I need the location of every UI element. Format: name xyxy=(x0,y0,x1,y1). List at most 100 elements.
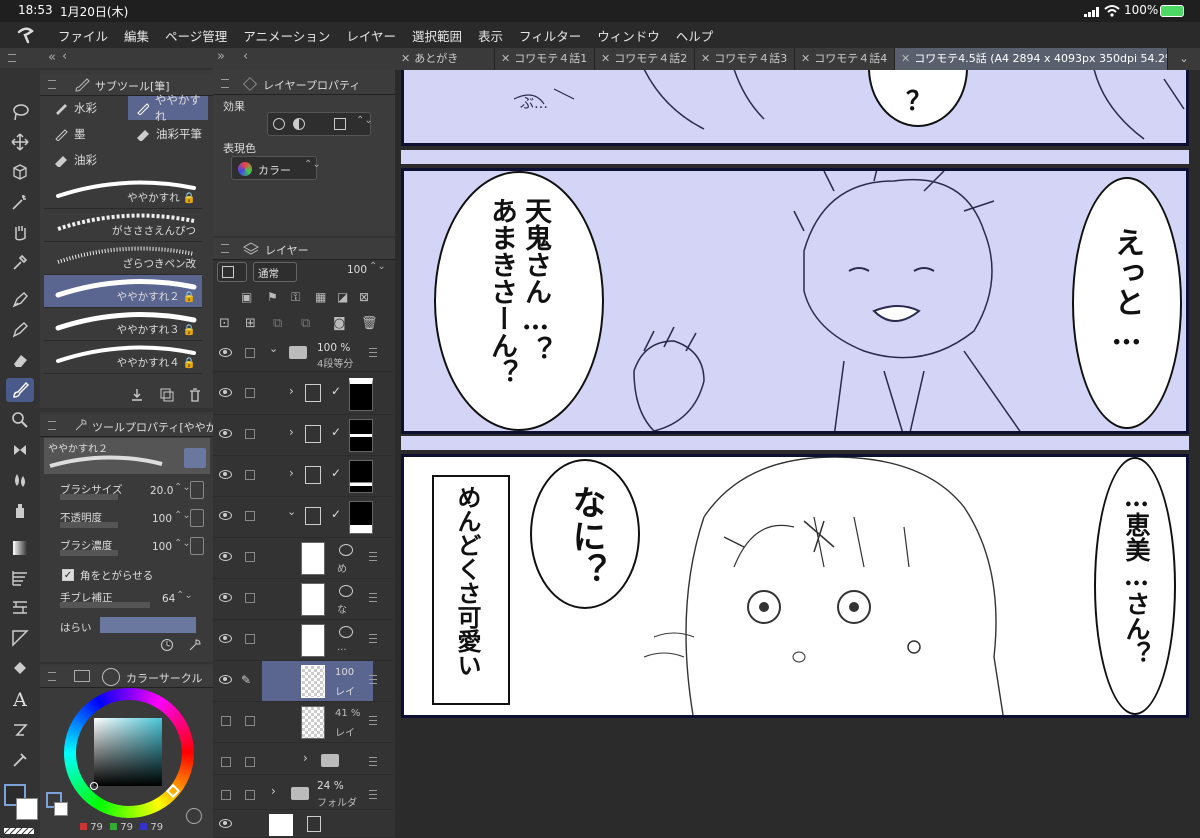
slider-track[interactable] xyxy=(60,602,150,608)
palette-tab-icon[interactable] xyxy=(74,670,90,682)
toolprop-menu-icon[interactable] xyxy=(48,421,56,430)
tab-kowamote-2[interactable]: ✕ コワモテ４話2 xyxy=(595,48,695,70)
new-folder-icon[interactable]: ⊞ xyxy=(245,316,256,331)
saturation-square[interactable] xyxy=(94,718,162,786)
object-icon[interactable] xyxy=(6,160,34,184)
menu-filter[interactable]: フィルター xyxy=(519,26,581,45)
effect-buttons[interactable]: ⌃⌄ xyxy=(267,112,373,136)
chevron-right-icon[interactable]: › xyxy=(289,466,294,480)
color-wheel-tab-icon[interactable] xyxy=(102,668,120,686)
color-picker-handle[interactable] xyxy=(90,782,98,790)
eye-icon[interactable] xyxy=(219,675,232,684)
tab-kowamote-3[interactable]: ✕ コワモテ４話3 xyxy=(695,48,795,70)
mask-icon[interactable]: ◪ xyxy=(337,290,348,304)
collapse-left-icon[interactable]: « xyxy=(48,50,56,65)
chevron-down-icon[interactable]: ⌄ xyxy=(269,342,278,355)
import-icon[interactable] xyxy=(130,388,144,405)
magic-wand-icon[interactable] xyxy=(6,190,34,214)
layer-text[interactable]: な xyxy=(213,579,393,620)
collapse-right-icon[interactable]: ‹ xyxy=(62,49,67,64)
layer-type-select[interactable] xyxy=(217,262,247,282)
blend-icon[interactable] xyxy=(6,468,34,492)
panel-icon[interactable] xyxy=(6,596,34,620)
subtool-watercolor[interactable]: 水彩 xyxy=(46,96,126,120)
chevron-right-icon[interactable]: › xyxy=(303,751,308,765)
harai-buttons[interactable] xyxy=(100,617,196,633)
clip-icon[interactable]: ▣ xyxy=(241,290,252,304)
chevron-right-icon[interactable]: › xyxy=(289,384,294,398)
layer-check[interactable] xyxy=(245,470,255,480)
layer-text[interactable]: め xyxy=(213,538,393,579)
layer-frame[interactable]: › ✓ xyxy=(213,374,393,415)
menu-animation[interactable]: アニメーション xyxy=(243,26,330,45)
stabilize-row[interactable]: 手ブレ補正 64 ⌃⌄ xyxy=(44,588,206,614)
correct-line-icon[interactable] xyxy=(6,748,34,772)
layer-menu-icon[interactable] xyxy=(369,790,377,799)
stepper-icon[interactable]: ⌃⌄ xyxy=(304,159,321,170)
eye-icon[interactable] xyxy=(219,470,232,479)
lock-icon[interactable] xyxy=(184,448,206,468)
pressure-icon[interactable] xyxy=(190,509,204,527)
ref-layer-icon[interactable]: ⚑ xyxy=(267,290,278,304)
eye-icon[interactable] xyxy=(219,552,232,561)
layer-check[interactable] xyxy=(245,511,255,521)
chevron-down-icon[interactable]: ⌄ xyxy=(287,505,296,518)
canvas-area[interactable]: ？ ぶ… 天鬼さん…？ あまきさーん？ えっと… めんどくさ可愛い なに？ …恵… xyxy=(395,70,1200,838)
chevron-right-icon[interactable]: › xyxy=(271,784,276,798)
layer-menu-icon[interactable] xyxy=(369,675,377,684)
layer-paper[interactable] xyxy=(213,811,393,838)
menu-page[interactable]: ページ管理 xyxy=(165,26,227,45)
airbrush-icon[interactable] xyxy=(6,498,34,522)
layer-check[interactable] xyxy=(245,757,255,767)
eye-icon[interactable] xyxy=(219,388,232,397)
eye-icon[interactable] xyxy=(219,593,232,602)
brush-preset[interactable]: ややかすれ４ 🔒 xyxy=(44,341,202,374)
layer-check[interactable] xyxy=(245,716,255,726)
brush-density-row[interactable]: ブラシ濃度 100 ⌃⌄ xyxy=(44,536,206,562)
menu-file[interactable]: ファイル xyxy=(58,26,108,45)
lasso-icon[interactable] xyxy=(6,100,34,124)
layer-menu-icon[interactable] xyxy=(369,716,377,725)
stepper-icon[interactable]: ⌃⌄ xyxy=(174,510,191,521)
stepper-icon[interactable]: ⌃⌄ xyxy=(174,482,191,493)
text-icon[interactable]: A xyxy=(6,688,34,712)
eye-icon[interactable] xyxy=(219,348,232,357)
eye-icon[interactable] xyxy=(219,429,232,438)
layer-check[interactable] xyxy=(245,348,255,358)
layer-frame-open[interactable]: ⌄ ✓ xyxy=(213,497,393,538)
layer-menu-icon[interactable] xyxy=(369,634,377,643)
sharp-corners-row[interactable]: ✓ 角をとがらせる xyxy=(44,564,206,590)
harai-row[interactable]: はらい xyxy=(44,614,206,640)
brush-preset[interactable]: ややかすれ 🔒 xyxy=(44,176,202,209)
layer-check[interactable] xyxy=(245,552,255,562)
lock-layer-icon[interactable]: ⚿ xyxy=(291,290,300,305)
fill-icon[interactable] xyxy=(6,656,34,680)
menu-window[interactable]: ウィンドウ xyxy=(597,26,660,45)
menu-layer[interactable]: レイヤー xyxy=(346,26,396,45)
layer-check[interactable] xyxy=(221,790,231,800)
opacity-slider[interactable] xyxy=(301,264,341,278)
ruler-icon[interactable] xyxy=(6,626,34,650)
eyedropper-icon[interactable] xyxy=(6,250,34,274)
slider-track[interactable] xyxy=(60,550,118,556)
sub-color-swatch[interactable] xyxy=(16,798,38,820)
layer-check[interactable] xyxy=(221,716,231,726)
layer-check[interactable] xyxy=(245,429,255,439)
subtool-oil[interactable]: 油彩 xyxy=(46,148,126,172)
brush-preset[interactable]: がさささえんぴつ xyxy=(44,209,202,242)
sub-color-mini[interactable] xyxy=(54,802,68,816)
layer-menu-icon[interactable] xyxy=(369,593,377,602)
balloon-icon[interactable] xyxy=(6,718,34,742)
new-raster-layer-icon[interactable]: ⊡ xyxy=(219,316,230,331)
eye-icon[interactable] xyxy=(219,634,232,643)
color-menu-icon[interactable] xyxy=(48,672,56,681)
dock-menu-icon[interactable] xyxy=(8,54,16,62)
pen-icon[interactable] xyxy=(6,288,34,312)
tab-kowamote-4-5[interactable]: ✕ コワモテ4.5話 (A4 2894 x 4093px 350dpi 54.2%… xyxy=(895,48,1168,70)
tone-icon[interactable] xyxy=(314,118,326,130)
brush-size-row[interactable]: ブラシサイズ 20.0 ⌃⌄ xyxy=(44,480,206,506)
border-effect-icon[interactable] xyxy=(273,118,285,130)
chevron-right-icon[interactable]: › xyxy=(289,425,294,439)
opacity-row[interactable]: 不透明度 100 ⌃⌄ xyxy=(44,508,206,534)
layer-menu-icon[interactable] xyxy=(369,757,377,766)
